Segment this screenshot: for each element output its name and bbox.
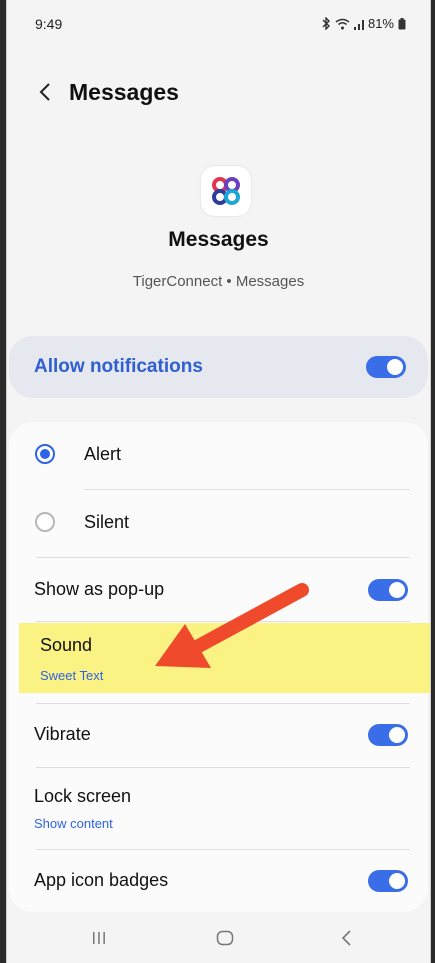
show-popup-toggle[interactable] — [368, 579, 408, 601]
sound-label: Sound — [40, 635, 93, 655]
lock-screen-row[interactable]: Lock screen Show content — [9, 768, 428, 850]
silent-option[interactable]: Silent — [9, 490, 428, 556]
app-icon — [201, 166, 251, 216]
vibrate-toggle[interactable] — [368, 724, 408, 746]
battery-icon — [398, 17, 406, 29]
app-icon-badges-row[interactable]: App icon badges — [9, 850, 428, 912]
alert-option[interactable]: Alert — [9, 422, 428, 488]
system-navigation-bar — [7, 912, 430, 963]
status-time: 9:49 — [35, 16, 63, 32]
status-bar: 9:49 81% — [35, 16, 406, 36]
alert-label: Alert — [84, 444, 122, 464]
back-button[interactable] — [33, 77, 57, 107]
allow-notifications-label: Allow notifications — [34, 356, 203, 377]
silent-label: Silent — [84, 512, 130, 532]
top-app-bar: Messages — [33, 74, 179, 110]
allow-notifications-row[interactable]: Allow notifications — [9, 336, 428, 398]
app-name: Messages — [168, 228, 269, 251]
back-chevron-icon — [39, 83, 50, 101]
nav-back-icon — [341, 930, 351, 946]
alert-radio[interactable] — [35, 444, 55, 464]
home-icon — [216, 930, 234, 946]
show-popup-label: Show as pop-up — [34, 579, 165, 599]
annotation-arrow-icon — [155, 583, 309, 668]
tigerconnect-logo-icon — [212, 177, 240, 205]
app-subtitle: TigerConnect • Messages — [132, 273, 305, 290]
phone-screen: 9:49 81% Messages Messages TigerConnect … — [6, 0, 431, 963]
sound-value: Sweet Text — [40, 668, 104, 683]
signal-icon — [353, 19, 364, 30]
home-button[interactable] — [205, 924, 245, 952]
app-icon-badges-toggle[interactable] — [368, 870, 408, 892]
status-icons: 81% — [321, 16, 406, 31]
allow-notifications-toggle[interactable] — [366, 356, 406, 378]
vibrate-row[interactable]: Vibrate — [9, 704, 428, 768]
vibrate-label: Vibrate — [34, 724, 91, 744]
silent-radio[interactable] — [35, 512, 55, 532]
bluetooth-icon — [322, 17, 330, 30]
recents-button[interactable] — [79, 924, 119, 952]
app-icon-badges-label: App icon badges — [34, 870, 169, 890]
battery-percent: 81% — [367, 16, 394, 31]
nav-back-button[interactable] — [327, 924, 367, 952]
lock-screen-value: Show content — [34, 816, 113, 831]
page-title: Messages — [69, 78, 179, 105]
lock-screen-label: Lock screen — [34, 786, 132, 806]
recents-icon — [93, 932, 105, 944]
wifi-icon — [335, 18, 350, 29]
